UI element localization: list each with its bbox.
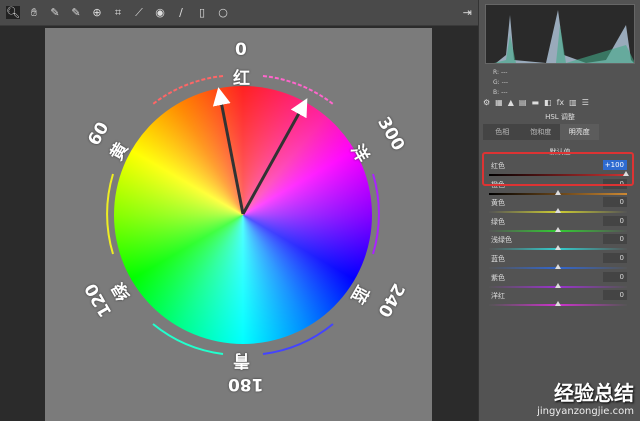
adjustment-panel: R: --- G: --- B: --- ⚙ ▦ ▲ ▤ ▬ ◧ fx ▥ ☰ … bbox=[478, 0, 640, 421]
slider-label: 洋红 bbox=[491, 292, 505, 301]
slider-thumb[interactable] bbox=[555, 189, 561, 195]
slider-thumb[interactable] bbox=[555, 264, 561, 269]
slider-label: 浅绿色 bbox=[491, 236, 512, 245]
slider-thumb[interactable] bbox=[555, 208, 561, 214]
watermark: 经验总结 jingyanzongjie.com bbox=[537, 377, 634, 417]
hand-tool-icon[interactable]: ✋︎ bbox=[27, 6, 41, 20]
tab-luminance[interactable]: 明亮度 bbox=[560, 124, 599, 140]
zoom-tool-icon[interactable]: 🔍︎ bbox=[6, 6, 20, 19]
tab-empty bbox=[598, 124, 637, 140]
image-canvas: 0 红 60 黄 120 绿 180 青 240 蓝 300 洋 bbox=[45, 28, 432, 421]
slider-thumb[interactable] bbox=[555, 301, 561, 307]
color-sampler-icon[interactable]: ✎ bbox=[69, 6, 83, 19]
histogram bbox=[485, 4, 635, 64]
lens-icon[interactable]: ◧ bbox=[544, 98, 552, 107]
arrow-original bbox=[212, 87, 245, 215]
brush-icon[interactable]: ∕ bbox=[174, 6, 188, 19]
hsl-icon[interactable]: ▤ bbox=[519, 98, 527, 107]
target-adjust-icon[interactable]: ⊕ bbox=[90, 6, 104, 19]
detail-icon[interactable]: ▲ bbox=[508, 98, 514, 107]
arc-green-cyan bbox=[152, 323, 224, 355]
basic-icon[interactable]: ⚙ bbox=[483, 98, 490, 107]
b-label: B: bbox=[493, 89, 500, 96]
g-value: --- bbox=[501, 79, 509, 86]
slider-value-input[interactable]: 0 bbox=[603, 290, 627, 301]
slider-label: 绿色 bbox=[491, 217, 505, 226]
label-red: 红 bbox=[233, 69, 250, 89]
slider-thumb[interactable] bbox=[555, 282, 561, 288]
slider-row: 洋红 0 bbox=[489, 290, 627, 311]
slider-label: 黄色 bbox=[491, 199, 505, 208]
hue-arrows bbox=[106, 75, 380, 355]
split-toning-icon[interactable]: ▬ bbox=[531, 98, 539, 107]
tab-saturation[interactable]: 饱和度 bbox=[521, 124, 560, 140]
crop-icon[interactable]: ⌗ bbox=[111, 6, 125, 20]
slider-value-input[interactable]: 0 bbox=[603, 253, 627, 263]
eyedropper-icon[interactable]: ✎ bbox=[48, 6, 62, 19]
panel-tabs-icons: ⚙ ▦ ▲ ▤ ▬ ◧ fx ▥ ☰ bbox=[483, 98, 589, 107]
r-label: R: bbox=[493, 69, 500, 76]
slider-thumb[interactable] bbox=[555, 226, 561, 232]
label-180: 180 bbox=[228, 374, 264, 394]
red-highlight-box bbox=[482, 152, 634, 186]
arc-yellow-green bbox=[106, 173, 114, 255]
straighten-icon[interactable]: ⟋ bbox=[132, 6, 146, 20]
slider-thumb[interactable] bbox=[555, 245, 561, 251]
arrow-shifted bbox=[241, 98, 308, 215]
presets-icon[interactable]: ☰ bbox=[582, 98, 589, 107]
slider-label: 紫色 bbox=[491, 273, 505, 282]
tab-hue[interactable]: 色相 bbox=[483, 124, 522, 140]
radial-filter-icon[interactable]: ○ bbox=[216, 6, 230, 19]
hsl-tabs: 色相 饱和度 明亮度 bbox=[483, 124, 637, 140]
fx-icon[interactable]: fx bbox=[557, 98, 565, 107]
r-value: --- bbox=[500, 69, 508, 76]
camera-calibration-icon[interactable]: ▥ bbox=[569, 98, 577, 107]
slider-value-input[interactable]: 0 bbox=[603, 271, 627, 282]
red-eye-icon[interactable]: ◉ bbox=[153, 6, 167, 19]
exit-icon[interactable]: ⇥ bbox=[463, 6, 472, 19]
panel-title: HSL 调整 bbox=[545, 113, 575, 121]
arc-magenta-blue bbox=[372, 173, 380, 255]
image-stage: 0 红 60 黄 120 绿 180 青 240 蓝 300 洋 bbox=[0, 26, 478, 421]
tone-curve-icon[interactable]: ▦ bbox=[495, 98, 503, 107]
g-label: G: bbox=[493, 79, 500, 86]
watermark-url: jingyanzongjie.com bbox=[537, 406, 634, 417]
toolbar: 🔍︎ ✋︎ ✎ ✎ ⊕ ⌗ ⟋ ◉ ∕ ▯ ○ ⇥ bbox=[0, 0, 478, 26]
slider-value-input[interactable]: 0 bbox=[603, 234, 627, 245]
histogram-graph bbox=[494, 10, 634, 63]
watermark-title: 经验总结 bbox=[554, 381, 634, 405]
b-value: --- bbox=[501, 89, 508, 96]
arc-blue-cyan bbox=[262, 323, 334, 355]
slider-label: 蓝色 bbox=[491, 255, 505, 263]
label-cyan: 青 bbox=[233, 350, 250, 370]
slider-value-input[interactable]: 0 bbox=[603, 215, 627, 226]
arc-red-magenta bbox=[262, 75, 334, 105]
arc-red-yellow bbox=[152, 75, 224, 105]
gradient-icon[interactable]: ▯ bbox=[195, 6, 209, 19]
label-0: 0 bbox=[235, 40, 247, 60]
slider-value-input[interactable]: 0 bbox=[603, 197, 627, 208]
rgb-readout: R: --- G: --- B: --- bbox=[493, 68, 508, 98]
